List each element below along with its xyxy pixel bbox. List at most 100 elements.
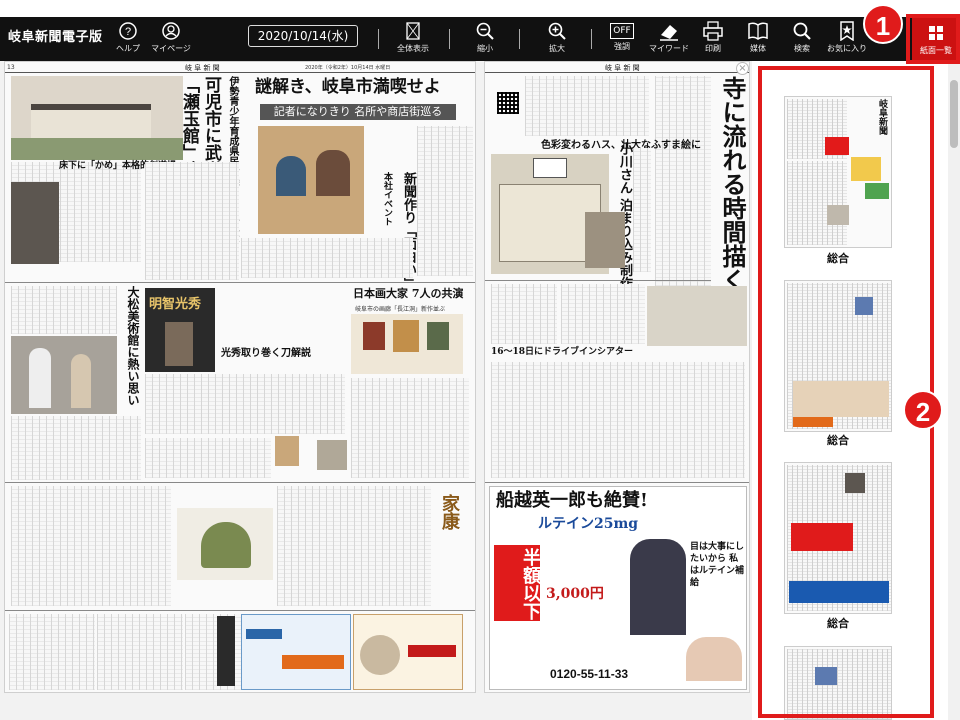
date-selector[interactable]: 2020/10/14(水) — [248, 25, 358, 47]
toolbar-divider — [591, 29, 592, 49]
headline-drive-in[interactable]: 16〜18日にドライブインシアター — [491, 347, 633, 358]
photo-nihonga-exhibit[interactable] — [351, 314, 463, 374]
highlight-off-icon: OFF — [610, 23, 634, 39]
headline-mitsuhide: 明智光秀 — [149, 297, 202, 312]
search-icon — [793, 22, 811, 40]
illustration-ieyasu-serial[interactable] — [177, 508, 273, 580]
article-text-mid-1[interactable] — [491, 284, 557, 344]
header-rule — [5, 72, 475, 73]
newspaper-page-right[interactable]: 岐 阜 新 聞 寺に流れる時間描く 色彩変わるハス、壮大なふすま絵に 小川さん … — [484, 61, 750, 693]
article-text-column[interactable] — [11, 486, 171, 606]
article-text-lotus[interactable] — [633, 148, 651, 272]
thumbnail-scrollbar[interactable] — [948, 61, 960, 720]
myword-button[interactable]: マイワード — [645, 21, 693, 54]
ad-price: 3,000円 — [546, 586, 604, 602]
headline-katana[interactable]: 光秀取り巻く刀解説 — [221, 348, 311, 359]
zoom-in-button[interactable]: 拡大 — [533, 21, 581, 54]
ad-real-estate[interactable] — [241, 614, 351, 690]
ad-classified-2[interactable] — [97, 614, 183, 690]
zoom-out-button[interactable]: 縮小 — [461, 21, 509, 54]
article-text-nazotoki-2[interactable] — [241, 238, 413, 278]
photo-museum-people[interactable] — [11, 336, 117, 414]
article-text-drive-in[interactable] — [491, 362, 745, 478]
media-label: 媒体 — [750, 44, 766, 53]
ad-photo-woman — [686, 637, 742, 681]
article-text-top[interactable] — [525, 76, 649, 136]
zoom-in-icon — [548, 22, 566, 40]
highlight-label: 強調 — [614, 42, 630, 51]
photo-portrait-2[interactable] — [317, 440, 347, 470]
article-text-katana[interactable] — [145, 374, 345, 434]
article-text-temple[interactable] — [655, 76, 711, 286]
zoom-out-icon — [476, 22, 494, 40]
headline-main-nazotoki[interactable]: 謎解き、岐阜市満喫せよ — [255, 78, 441, 97]
newspaper-viewer[interactable]: 13 岐 阜 新 聞 2020年（令和2年）10月14日 水曜日 可児市に武道場… — [0, 61, 752, 720]
section-rule — [5, 482, 475, 483]
image-mitsuhide-book[interactable]: 明智光秀 — [145, 288, 215, 372]
header-rule — [485, 72, 749, 73]
ad-jewelry[interactable] — [353, 614, 463, 690]
photo-group[interactable] — [647, 286, 747, 346]
print-button[interactable]: 印刷 — [689, 21, 737, 54]
annotation-badge-1: 1 — [863, 4, 903, 44]
photo-dojo-building[interactable] — [11, 76, 183, 160]
section-rule — [485, 280, 711, 281]
printer-icon — [703, 21, 723, 41]
section-rule — [5, 282, 475, 283]
article-text-nihonga[interactable] — [351, 378, 469, 478]
user-icon — [162, 22, 180, 40]
page-number: 13 — [7, 64, 15, 71]
ad-cinema-guide[interactable] — [217, 616, 235, 686]
toolbar-divider — [519, 29, 520, 49]
qr-code-icon[interactable] — [497, 92, 519, 114]
fullview-icon — [406, 22, 420, 40]
book-icon — [748, 22, 768, 40]
page-header-date: 2020年（令和2年）10月14日 水曜日 — [305, 65, 391, 71]
ad-classified-1[interactable] — [9, 614, 95, 690]
article-text-museum[interactable] — [11, 286, 117, 334]
subheadline-nihonga: 岐阜市の画廊「長江洞」新作並ぶ — [355, 306, 446, 313]
section-rule — [5, 610, 475, 611]
ad-headline-funakoshi: 船越英一郎も絶賛! — [496, 490, 648, 511]
headline-nihonga[interactable]: 日本画大家 7人の共演 — [353, 287, 463, 300]
annotation-highlight-thumbnails — [758, 66, 934, 718]
help-button[interactable]: ? ヘルプ — [104, 21, 152, 54]
article-text-mid-2[interactable] — [561, 284, 645, 344]
serial-title-ieyasu[interactable]: 家康 — [435, 494, 460, 530]
app-title: 岐阜新聞電子版 — [8, 30, 103, 45]
help-label: ヘルプ — [116, 44, 140, 53]
article-text-nazotoki[interactable] — [417, 126, 473, 276]
photo-artist[interactable] — [585, 212, 625, 268]
article-text-serial[interactable] — [277, 486, 431, 606]
ad-lutein-supplement[interactable]: 船越英一郎も絶賛! ルテイン25mg 半額以下 3,000円 目は大事にしたいか… — [489, 486, 747, 690]
fullview-button[interactable]: 全体表示 — [389, 21, 437, 54]
article-text-portraits[interactable] — [145, 438, 271, 478]
zoom-out-label: 縮小 — [477, 44, 493, 53]
highlight-toggle[interactable]: OFF 強調 — [598, 21, 646, 52]
top-toolbar: 岐阜新聞電子版 ? ヘルプ マイページ 2020/10/14(水) 全体表示 縮… — [0, 17, 960, 61]
photo-kame-pot[interactable] — [11, 182, 59, 264]
search-button[interactable]: 検索 — [778, 21, 826, 54]
headline-omatsu-museum[interactable]: 大松美術館に熱い思い — [123, 286, 140, 406]
annotation-highlight-page-list — [906, 14, 960, 64]
toolbar-divider — [378, 29, 379, 49]
close-icon[interactable]: × — [736, 62, 749, 75]
svg-text:?: ? — [125, 26, 131, 38]
bookmark-star-icon — [840, 21, 854, 41]
ad-photo-spokesperson — [630, 539, 686, 635]
article-text-museum-2[interactable] — [11, 416, 141, 480]
mypage-button[interactable]: マイページ — [147, 21, 195, 54]
myword-label: マイワード — [649, 44, 689, 53]
fullview-label: 全体表示 — [397, 44, 429, 53]
subheadline-reporter[interactable]: 記者になりきり 名所や商店街巡る — [260, 104, 456, 120]
article-text-youth[interactable] — [145, 162, 239, 280]
headline-temple-time[interactable]: 寺に流れる時間描く — [715, 76, 747, 292]
annotation-badge-2: 2 — [903, 390, 943, 430]
media-button[interactable]: 媒体 — [734, 21, 782, 54]
print-label: 印刷 — [705, 44, 721, 53]
scrollbar-handle[interactable] — [950, 80, 958, 148]
newspaper-page-left[interactable]: 13 岐 阜 新 聞 2020年（令和2年）10月14日 水曜日 可児市に武道場… — [4, 61, 476, 693]
photo-portrait-1[interactable] — [275, 436, 299, 466]
photo-nazotoki-kids[interactable] — [258, 126, 364, 234]
label-honsha-event: 本社イベント — [382, 172, 392, 226]
